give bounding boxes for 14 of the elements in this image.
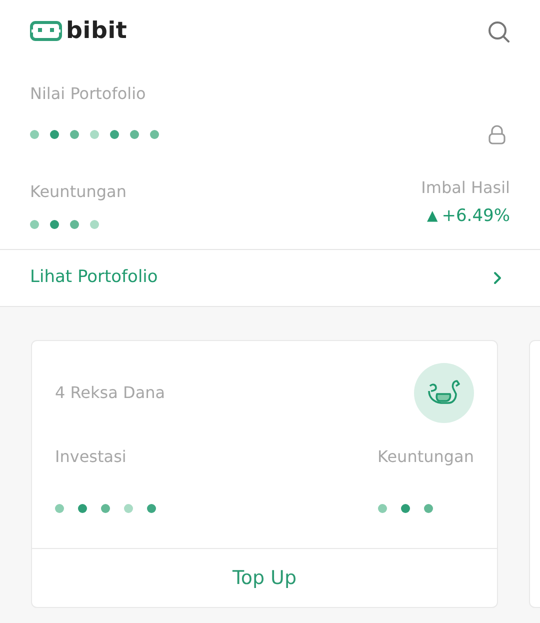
logo-icon [30, 21, 62, 41]
profit-label: Keuntungan [30, 180, 126, 202]
brand-name: bibit [66, 16, 128, 46]
portfolio-value-label: Nilai Portofolio [30, 83, 147, 105]
return-value: +6.49% [442, 205, 510, 228]
top-up-button[interactable]: Top Up [32, 549, 497, 607]
search-button[interactable] [488, 19, 510, 43]
return-label: Imbal Hasil [421, 177, 510, 199]
profit-label: Keuntungan [378, 446, 474, 468]
investment-label: Investasi [55, 446, 128, 468]
card-title: 4 Reksa Dana [55, 382, 166, 404]
up-triangle-icon: ▲ [426, 206, 438, 228]
chevron-right-icon [493, 271, 502, 285]
lock-button[interactable] [488, 122, 506, 146]
